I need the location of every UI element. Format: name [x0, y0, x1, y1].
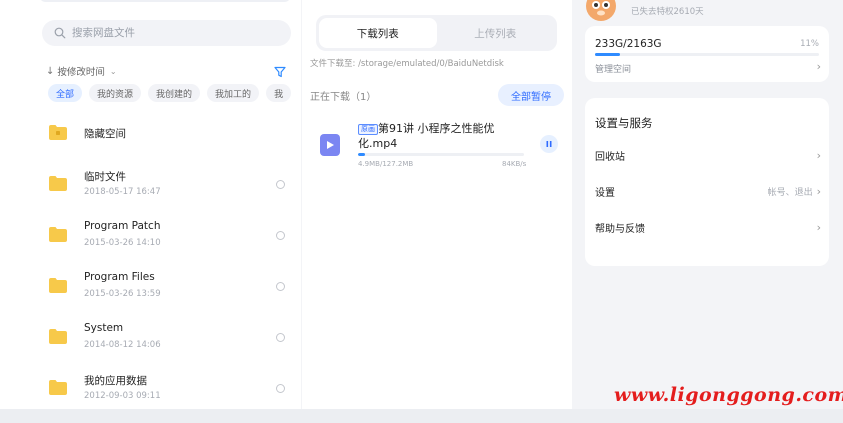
chevron-right-icon: ›: [816, 220, 821, 234]
search-box[interactable]: [42, 20, 291, 46]
file-date: 2018-05-17 16:47: [84, 187, 161, 197]
settings-item-recycle-bin[interactable]: 回收站 ›: [595, 145, 821, 165]
search-icon: [54, 27, 66, 39]
folder-icon: [49, 380, 67, 395]
settings-item-label: 回收站: [595, 151, 625, 163]
top-bar-stub: [40, 0, 290, 2]
folder-icon: [49, 176, 67, 191]
download-task[interactable]: 第91讲 小程序之性能优化.mp4 原画 4.9MB/127.2MB 84KB/…: [302, 118, 572, 174]
filter-icon[interactable]: [274, 63, 286, 78]
storage-bar: [595, 53, 819, 56]
chip-my-resources[interactable]: 我的资源: [89, 84, 142, 102]
settings-title: 设置与服务: [595, 116, 653, 130]
locked-folder-icon: [49, 125, 67, 140]
storage-percent: 11%: [800, 39, 819, 49]
storage-bar-fill: [595, 53, 620, 56]
settings-item-help[interactable]: 帮助与反馈 ›: [595, 217, 821, 237]
file-name: 隐藏空间: [84, 128, 126, 140]
file-panel: ↓ 按修改时间 ⌄ 全部 我的资源 我创建的 我加工的 我 隐藏空间 临时文件 …: [0, 0, 301, 409]
chip-processed[interactable]: 我加工的: [207, 84, 260, 102]
transfer-tabs: 下载列表 上传列表: [316, 15, 557, 51]
pause-icon: [546, 141, 552, 147]
folder-icon: [49, 329, 67, 344]
file-name: System: [84, 322, 124, 334]
transfer-panel: 下载列表 上传列表 文件下载至: /storage/emulated/0/Bai…: [302, 0, 572, 409]
settings-item-hint: 帐号、退出: [767, 187, 813, 198]
file-date: 2015-03-26 14:10: [84, 238, 161, 248]
select-radio[interactable]: [276, 180, 285, 189]
settings-card: 设置与服务 回收站 › 设置 帐号、退出 › 帮助与反馈 ›: [585, 98, 829, 266]
download-path: 文件下载至: /storage/emulated/0/BaiduNetdisk: [310, 59, 504, 69]
task-progress-bar: [358, 153, 524, 156]
watermark: www.ligonggong.com: [614, 384, 843, 406]
select-radio[interactable]: [276, 333, 285, 342]
file-list: 隐藏空间 临时文件 2018-05-17 16:47 Program Patch…: [0, 112, 301, 418]
task-size: 4.9MB/127.2MB: [358, 160, 414, 168]
sort-label: 按修改时间: [57, 67, 105, 78]
manage-space-label: 管理空间: [595, 65, 632, 75]
downloading-header: 正在下载（1）: [310, 92, 377, 103]
folder-icon: [49, 227, 67, 242]
chevron-right-icon: ›: [816, 60, 821, 73]
chip-more[interactable]: 我: [266, 84, 292, 102]
tab-upload[interactable]: 上传列表: [437, 18, 555, 48]
sort-selector[interactable]: ↓ 按修改时间 ⌄: [46, 64, 117, 79]
file-date: 2012-09-03 09:11: [84, 391, 161, 401]
folder-icon: [49, 278, 67, 293]
pause-task-button[interactable]: [540, 135, 558, 153]
avatar[interactable]: [585, 0, 617, 22]
chevron-right-icon: ›: [816, 148, 821, 162]
list-item[interactable]: System 2014-08-12 14:06: [0, 316, 301, 367]
list-item[interactable]: Program Patch 2015-03-26 14:10: [0, 214, 301, 265]
list-item[interactable]: Program Files 2015-03-26 13:59: [0, 265, 301, 316]
file-name: 我的应用数据: [84, 375, 147, 387]
file-name: Program Files: [84, 271, 155, 283]
list-item[interactable]: 临时文件 2018-05-17 16:47: [0, 163, 301, 214]
settings-item-label: 设置: [595, 187, 615, 199]
account-panel: 已失去特权2610天 233G/2163G 11% 管理空间 › 设置与服务 回…: [585, 0, 829, 409]
pause-all-button[interactable]: 全部暂停: [498, 84, 564, 106]
quality-badge: 原画: [358, 124, 378, 135]
filter-chips: 全部 我的资源 我创建的 我加工的 我: [48, 84, 292, 104]
file-date: 2015-03-26 13:59: [84, 289, 161, 299]
storage-card[interactable]: 233G/2163G 11% 管理空间 ›: [585, 26, 829, 82]
file-name: 临时文件: [84, 171, 126, 183]
vip-status: 已失去特权2610天: [631, 7, 704, 17]
select-radio[interactable]: [276, 384, 285, 393]
chevron-down-icon: ⌄: [109, 66, 117, 76]
settings-item-label: 帮助与反馈: [595, 223, 645, 235]
select-radio[interactable]: [276, 282, 285, 291]
chip-created[interactable]: 我创建的: [148, 84, 201, 102]
chevron-right-icon: ›: [816, 184, 821, 198]
task-progress-fill: [358, 153, 365, 156]
settings-item-settings[interactable]: 设置 帐号、退出 ›: [595, 181, 821, 201]
video-file-icon: [320, 134, 340, 156]
storage-used: 233G/2163G: [595, 38, 662, 50]
tab-download[interactable]: 下载列表: [319, 18, 437, 48]
task-speed: 84KB/s: [502, 160, 527, 168]
sort-arrow-icon: ↓: [46, 65, 55, 77]
task-name: 第91讲 小程序之性能优化.mp4: [358, 122, 495, 150]
bottom-bar: [0, 409, 843, 423]
search-input[interactable]: [72, 27, 272, 39]
select-radio[interactable]: [276, 231, 285, 240]
file-date: 2014-08-12 14:06: [84, 340, 161, 350]
chip-all[interactable]: 全部: [48, 84, 83, 102]
list-item[interactable]: 隐藏空间: [0, 112, 301, 163]
file-name: Program Patch: [84, 220, 161, 232]
